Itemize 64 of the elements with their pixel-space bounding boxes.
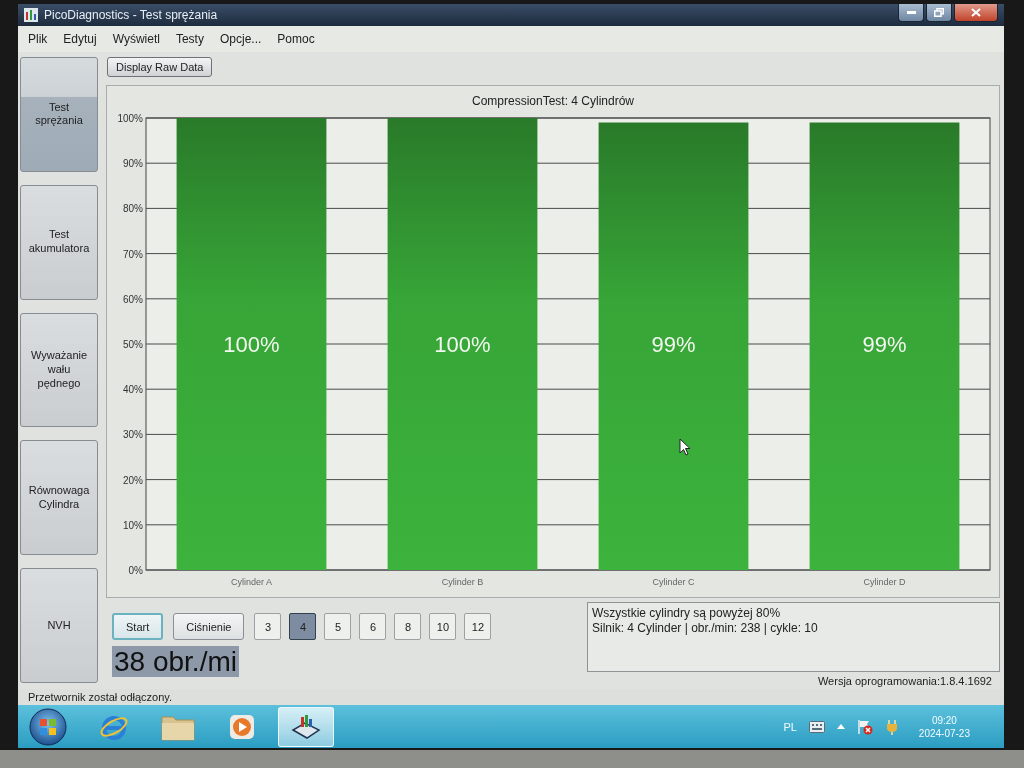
axis-label: 70%: [123, 248, 143, 260]
axis-label: 100%: [117, 113, 143, 124]
bar-value-label: 99%: [862, 332, 907, 357]
cylinder-count-button[interactable]: 12: [464, 613, 492, 640]
axis-label: 90%: [123, 158, 143, 170]
axis-label: 50%: [123, 339, 143, 350]
axis-label: 40%: [123, 384, 143, 396]
cylinder-count-button[interactable]: 5: [324, 613, 352, 640]
status-text: Przetwornik został odłączony.: [28, 690, 173, 704]
axis-label: 80%: [123, 203, 143, 215]
menu-item[interactable]: Pomoc: [269, 32, 323, 46]
mouse-cursor-icon: [679, 438, 691, 456]
category-label: Cylinder A: [231, 577, 272, 587]
axis-label: 20%: [123, 474, 143, 486]
play-icon: [229, 713, 255, 740]
app-icon: [24, 8, 38, 22]
menu-item[interactable]: Wyświetl: [104, 32, 168, 46]
test-mode-button[interactable]: Test sprężania: [20, 57, 98, 172]
clock-time: 09:20: [931, 713, 957, 727]
result-text: Silnik: 4 Cylinder | obr./min: 238 | cykle: 10: [592, 621, 819, 636]
bar-value-label: 100%: [434, 332, 491, 357]
axis-label: 10%: [123, 519, 143, 531]
chart-title: CompressionTest: 4 Cylindrów: [471, 94, 635, 108]
cylinder-count-button[interactable]: 10: [429, 613, 457, 640]
keyboard-icon[interactable]: [808, 720, 825, 733]
minimize-icon: [906, 11, 916, 14]
result-text: Wszystkie cylindry są powyżej 80%: [592, 606, 782, 621]
up-arrow-icon[interactable]: [836, 724, 845, 729]
close-button[interactable]: [954, 4, 998, 22]
start-button[interactable]: Start: [112, 613, 164, 640]
menu-item[interactable]: Plik: [20, 32, 56, 46]
menu-item[interactable]: Testy: [167, 32, 212, 46]
clock-date: 2024-07-23: [918, 726, 970, 740]
minimize-button[interactable]: [898, 4, 924, 22]
cylinder-count-button[interactable]: 4: [289, 613, 317, 640]
restore-icon: [934, 8, 944, 17]
window-title: PicoDiagnostics - Test sprężania: [44, 8, 218, 22]
axis-label: 60%: [123, 293, 143, 305]
category-label: Cylinder D: [863, 577, 906, 587]
test-mode-button[interactable]: Wyważanie wału pędnego: [20, 312, 98, 428]
cylinder-count-button[interactable]: 3: [254, 613, 282, 640]
rpm-readout: 38 obr./mi: [112, 646, 239, 677]
cylinder-count-button[interactable]: 6: [359, 613, 387, 640]
start-orb-icon: [29, 707, 67, 746]
version-text: Wersja oprogramowania:1.8.4.1692: [817, 674, 992, 688]
menu-item[interactable]: Opcje...: [211, 32, 270, 46]
maximize-button[interactable]: [926, 4, 952, 22]
test-mode-button[interactable]: Test akumulatora: [20, 184, 98, 300]
flag-icon[interactable]: [856, 718, 873, 735]
category-label: Cylinder C: [652, 577, 695, 587]
raw-data-button[interactable]: Display Raw Data: [107, 57, 213, 77]
axis-label: 0%: [128, 565, 143, 576]
taskbar-button[interactable]: [278, 706, 334, 747]
test-mode-button[interactable]: Równowaga Cylindra: [20, 440, 98, 556]
pressure-button[interactable]: Ciśnienie: [173, 613, 245, 640]
chart-icon: [291, 713, 321, 740]
bar-value-label: 99%: [651, 332, 696, 357]
bar-value-label: 100%: [223, 332, 280, 357]
menu-item[interactable]: Edytuj: [55, 32, 105, 46]
test-mode-button[interactable]: NVH: [20, 568, 98, 683]
cylinder-count-button[interactable]: 8: [394, 613, 422, 640]
close-icon: [971, 8, 981, 17]
axis-label: 30%: [123, 429, 143, 441]
category-label: Cylinder B: [441, 577, 484, 587]
